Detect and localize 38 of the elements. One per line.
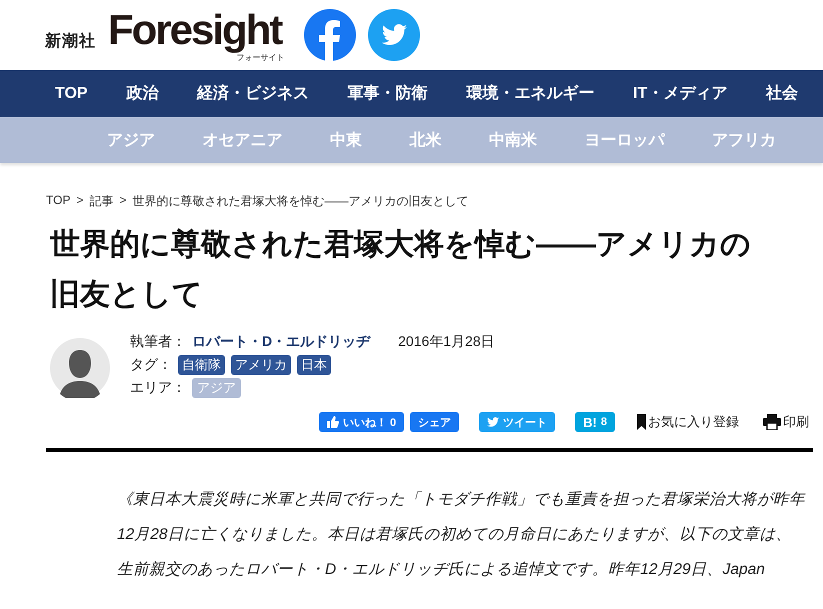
nav-link[interactable]: 軍事・防衛 — [348, 83, 428, 104]
nav-link[interactable]: 環境・エネルギー — [466, 83, 594, 104]
breadcrumb-link[interactable]: TOP — [46, 193, 70, 210]
twitter-icon[interactable] — [368, 9, 420, 61]
favorite-link[interactable]: お気に入り登録 — [631, 413, 739, 431]
tags-label: タグ： — [130, 356, 172, 374]
thumbs-up-icon — [326, 416, 339, 428]
author-link[interactable]: ロバート・D・エルドリッヂ — [192, 333, 370, 351]
site-logo[interactable]: Foresight — [108, 8, 284, 52]
author-avatar — [50, 338, 110, 398]
tag-link[interactable]: 自衛隊 — [178, 355, 225, 375]
like-button[interactable]: いいね！ 0 — [318, 412, 404, 432]
share-button[interactable]: シェア — [410, 412, 460, 432]
tag-link[interactable]: アメリカ — [231, 355, 291, 375]
print-link[interactable]: 印刷 — [757, 413, 809, 431]
nav-link[interactable]: 政治 — [126, 83, 158, 104]
nav-link[interactable]: TOP — [55, 84, 88, 102]
area-label: エリア： — [130, 379, 186, 397]
breadcrumb-link[interactable]: 記事 — [89, 193, 114, 210]
lead-text-line: 12月28日に亡くなりました。本日は君塚氏の初めての月命日にあたりますが、以下の文章は、 — [117, 525, 792, 545]
nav-link[interactable]: 社会 — [766, 83, 798, 104]
bookmark-icon — [637, 414, 646, 430]
nav-link[interactable]: IT・メディア — [633, 83, 728, 104]
breadcrumb-separator: > — [76, 193, 84, 209]
publish-date: 2016年1月28日 — [398, 333, 495, 351]
lead-text-line: 《東日本大震災時に米軍と共同で行った「トモダチ作戦」でも重責を担った君塚栄治大将が昨年 — [117, 490, 806, 510]
publisher-name: 新潮社 — [45, 31, 96, 52]
bird-icon — [487, 416, 500, 428]
nav-link[interactable]: 経済・ビジネス — [196, 83, 309, 104]
printer-icon — [763, 414, 781, 430]
lead-text-line: 生前親交のあったロバート・D・エルドリッヂ氏による追悼文です。昨年12月29日、Japan — [117, 560, 766, 580]
breadcrumb-separator: > — [119, 193, 126, 209]
breadcrumb-link[interactable]: 世界的に尊敬された君塚大将を悼む――アメリカの旧友として — [132, 193, 468, 210]
author-label: 執筆者： — [130, 333, 186, 351]
tag-link[interactable]: 日本 — [297, 355, 331, 375]
article-title: 世界的に尊敬された君塚大将を悼む――アメリカの旧友として — [50, 227, 752, 313]
logo-subtitle: フォーサイト — [236, 52, 284, 62]
facebook-icon[interactable] — [304, 9, 356, 61]
